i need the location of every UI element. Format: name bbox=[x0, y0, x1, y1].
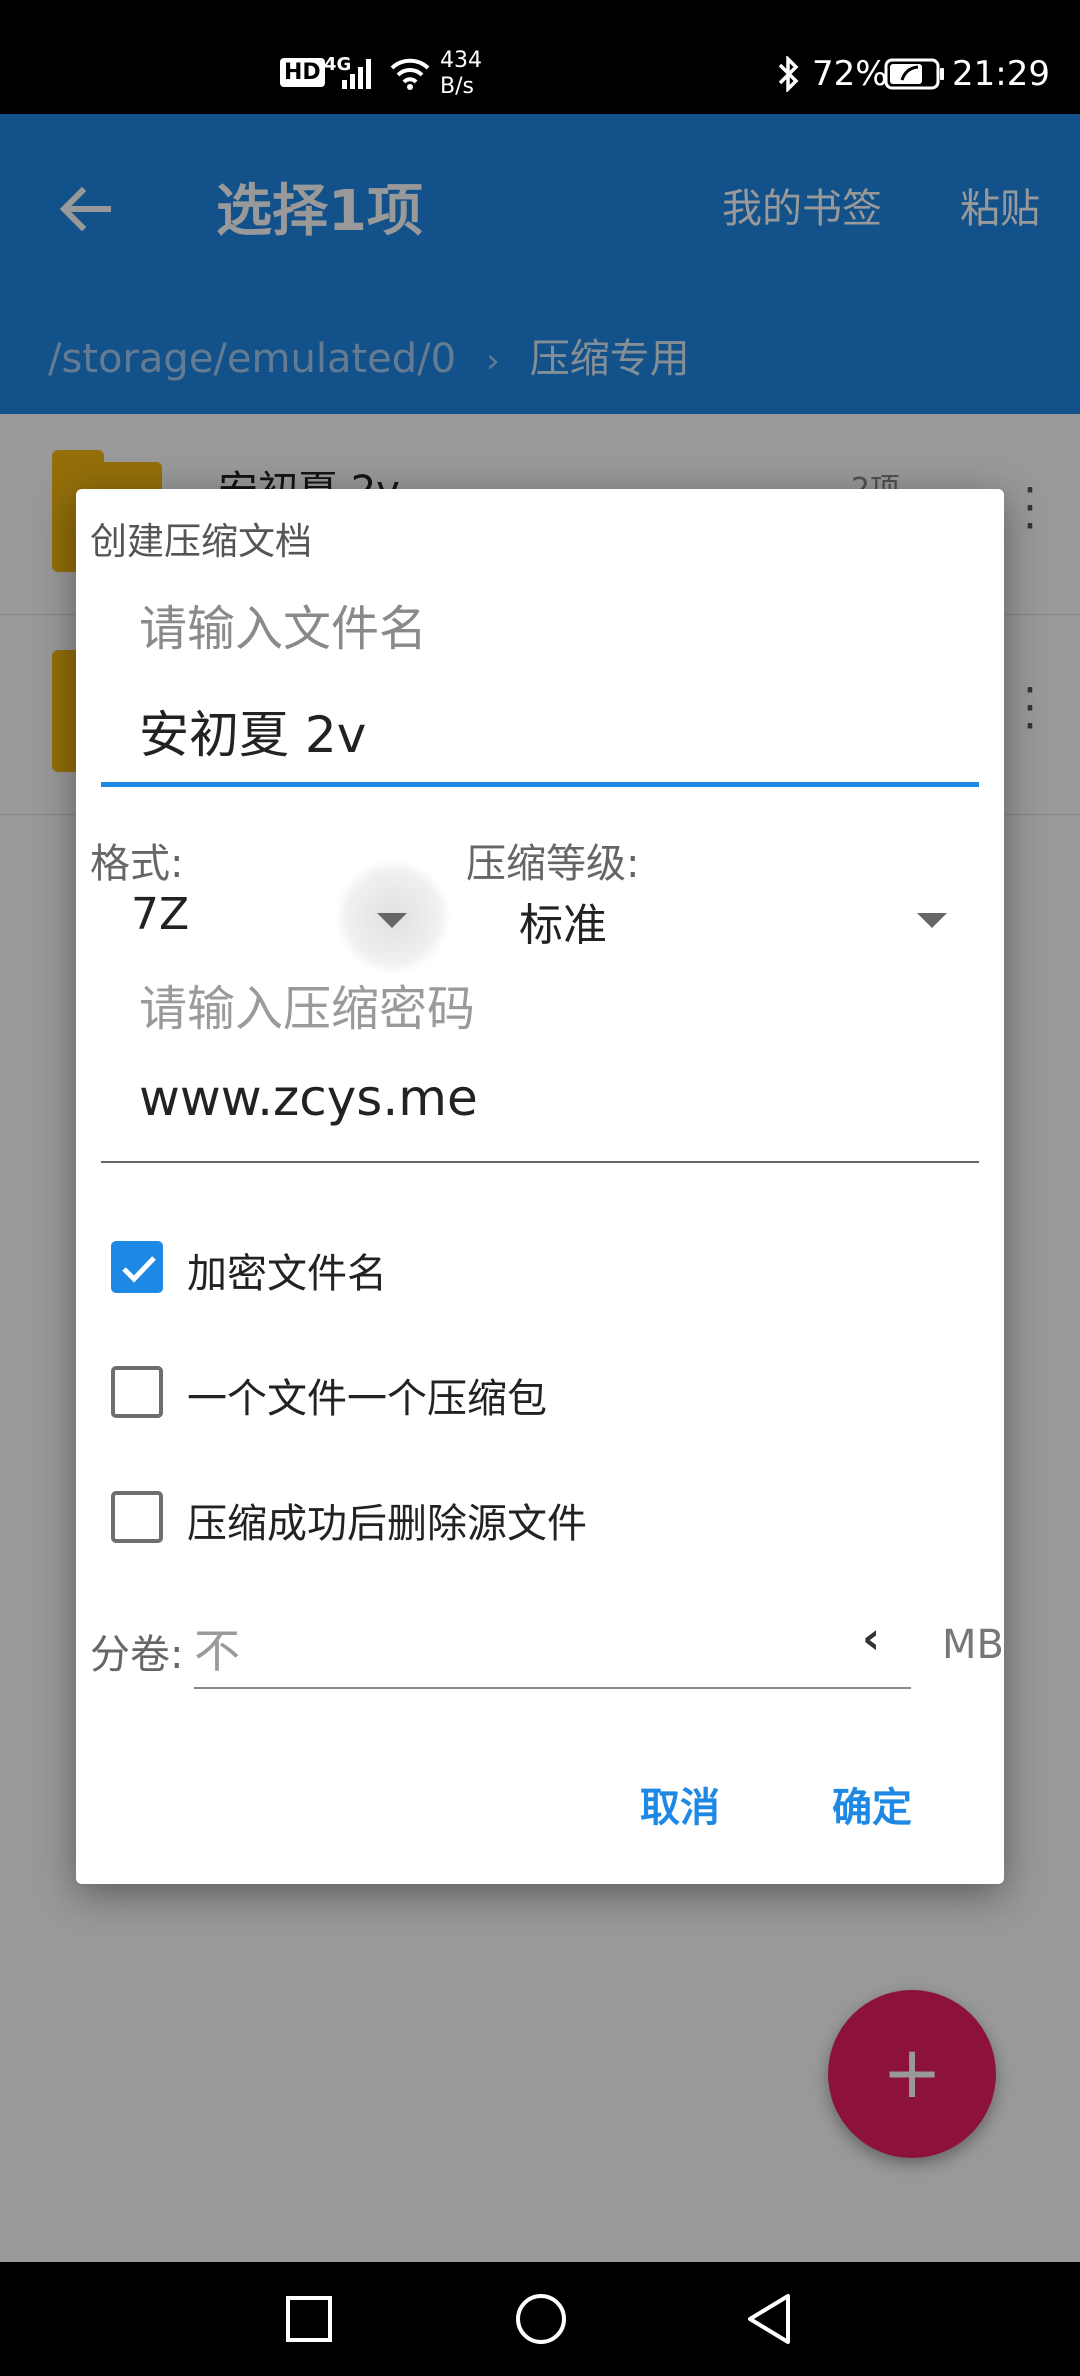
password-underline bbox=[101, 1161, 979, 1163]
format-label: 格式: bbox=[90, 841, 184, 887]
format-dropdown-icon[interactable] bbox=[377, 913, 407, 928]
bluetooth-icon bbox=[778, 56, 799, 92]
wifi-icon bbox=[390, 58, 430, 90]
cellular-signal-icon bbox=[342, 59, 371, 89]
cancel-button[interactable]: 取消 bbox=[640, 1775, 720, 1833]
back-triangle-icon[interactable] bbox=[744, 2292, 794, 2346]
check-icon bbox=[122, 1256, 156, 1283]
navigation-bar bbox=[0, 2262, 1080, 2376]
filename-underline bbox=[101, 782, 979, 787]
clock: 21:29 bbox=[952, 54, 1050, 94]
compression-level-label: 压缩等级: bbox=[466, 841, 640, 887]
volume-input[interactable]: 不 bbox=[194, 1615, 240, 1681]
recents-square-icon[interactable] bbox=[284, 2294, 334, 2344]
confirm-button[interactable]: 确定 bbox=[832, 1775, 912, 1833]
one-archive-per-file-label[interactable]: 一个文件一个压缩包 bbox=[187, 1366, 547, 1424]
delete-source-label[interactable]: 压缩成功后删除源文件 bbox=[187, 1491, 587, 1549]
volume-unit: MB bbox=[942, 1622, 1004, 1668]
volume-underline bbox=[194, 1687, 911, 1689]
password-input[interactable]: www.zcys.me bbox=[139, 1069, 478, 1127]
hd-badge: HD bbox=[280, 58, 325, 87]
filename-hint: 请输入文件名 bbox=[139, 601, 428, 657]
password-hint: 请输入压缩密码 bbox=[139, 981, 476, 1037]
volume-label: 分卷: bbox=[90, 1632, 184, 1678]
status-bar: HD 4G 434 B/s 72% 21:29 bbox=[0, 0, 1080, 114]
encrypt-filename-label[interactable]: 加密文件名 bbox=[187, 1241, 387, 1299]
net-speed-unit: B/s bbox=[440, 74, 474, 99]
home-circle-icon[interactable] bbox=[514, 2292, 568, 2346]
delete-source-checkbox[interactable] bbox=[111, 1491, 163, 1543]
dialog-title: 创建压缩文档 bbox=[90, 520, 312, 563]
create-archive-dialog: 创建压缩文档 请输入文件名 安初夏 2v 格式: 7Z 压缩等级: 标准 请输入… bbox=[76, 489, 1004, 1884]
encrypt-filename-checkbox[interactable] bbox=[111, 1241, 163, 1293]
net-speed-value: 434 bbox=[440, 48, 482, 73]
filename-input[interactable]: 安初夏 2v bbox=[139, 695, 366, 767]
battery-percent: 72% bbox=[812, 54, 888, 94]
level-dropdown-icon[interactable] bbox=[917, 913, 947, 928]
compression-level-select[interactable]: 标准 bbox=[519, 889, 607, 953]
one-archive-per-file-checkbox[interactable] bbox=[111, 1366, 163, 1418]
battery-icon bbox=[884, 58, 944, 90]
format-select[interactable]: 7Z bbox=[131, 889, 189, 940]
chevron-left-icon[interactable]: ‹ bbox=[862, 1613, 880, 1664]
